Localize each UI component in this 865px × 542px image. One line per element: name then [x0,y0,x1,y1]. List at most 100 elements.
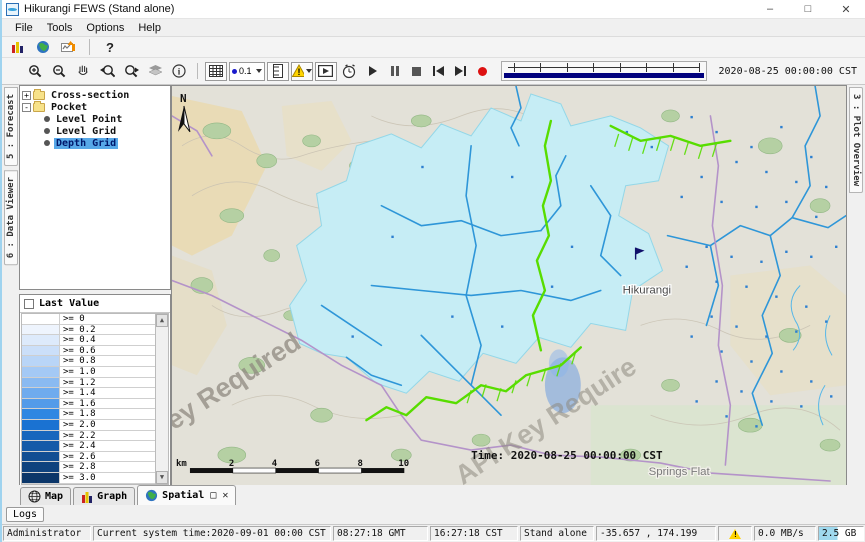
legend-label: >= 2.6 [60,452,155,462]
layers-button[interactable] [144,62,166,81]
tab-data-viewer[interactable]: 6 : Data Viewer [4,170,18,265]
svg-text:km: km [176,459,187,469]
play-button[interactable] [363,62,383,80]
database-explorer-button[interactable] [6,38,28,57]
logs-button[interactable]: Logs [6,507,44,522]
legend-row[interactable]: >= 0.2 [22,325,155,336]
svg-text:2: 2 [229,459,234,469]
legend-row[interactable]: >= 1.2 [22,378,155,389]
warnings-dropdown-button[interactable]: ! [291,62,313,81]
tab-graph[interactable]: Graph [73,487,135,505]
time-slider[interactable] [501,61,707,81]
map-canvas[interactable]: ey Required API Key Require Hikurangi Sp… [172,86,846,486]
chart-arrow-icon [61,40,77,54]
tab-spatial[interactable]: Spatial □ ✕ [137,485,236,505]
status-warning[interactable] [718,526,752,541]
legend-label: >= 1.2 [60,378,155,388]
info-button[interactable]: i [168,62,190,81]
node-dot-icon [44,140,50,146]
animation-button[interactable] [315,62,337,81]
legend-row[interactable]: >= 1.0 [22,367,155,378]
legend-row[interactable]: >= 3.0 [22,473,155,484]
tab-close-icon[interactable]: ✕ [222,490,228,501]
animation-settings-button[interactable] [339,62,361,81]
play-icon [369,66,377,76]
status-rate: 0.0 MB/s [754,526,816,541]
tab-forecast[interactable]: 5 : Forecast [4,87,18,166]
legend-row[interactable]: >= 2.0 [22,420,155,431]
tab-map[interactable]: Map [20,487,71,505]
legend-row[interactable]: >= 2.2 [22,431,155,442]
status-memory[interactable]: 2.5 GB [818,526,864,541]
help-button[interactable]: ? [99,38,121,57]
legend-row[interactable]: >= 0 [22,314,155,325]
legend-row[interactable]: >= 0.4 [22,335,155,346]
timeseries-button[interactable] [58,38,80,57]
tree-item-level-grid[interactable]: Level Grid [44,125,170,137]
contour-interval-dropdown[interactable]: 0.1 [229,62,265,81]
status-mode: Stand alone [520,526,594,541]
zoom-previous-button[interactable] [96,62,118,81]
minimize-button[interactable]: – [751,0,789,18]
legend-label: >= 2.2 [60,431,155,441]
legend-label: >= 0.4 [60,335,155,345]
last-value-checkbox[interactable] [24,299,34,309]
legend-swatch [22,399,60,409]
tab-maximize-icon[interactable]: □ [210,490,216,501]
grid-display-button[interactable] [205,62,227,81]
close-button[interactable]: ✕ [827,0,865,18]
legend-row[interactable]: >= 1.8 [22,409,155,420]
right-tab-strip: 3 : Plot Overview [847,85,865,487]
globe-icon [36,40,50,54]
pause-icon [391,66,399,76]
tree-item-pocket[interactable]: - Pocket [22,101,170,113]
menu-help[interactable]: Help [131,21,168,35]
collapse-icon[interactable]: - [22,103,31,112]
maximize-button[interactable]: □ [789,0,827,18]
legend-label: >= 2.4 [60,441,155,451]
menu-options[interactable]: Options [79,21,131,35]
menu-tools[interactable]: Tools [40,21,80,35]
menu-file[interactable]: File [8,21,40,35]
legend-row[interactable]: >= 1.4 [22,388,155,399]
legend-row[interactable]: >= 2.6 [22,452,155,463]
legend-scrollbar[interactable]: ▲ ▼ [155,314,168,484]
tab-plot-overview[interactable]: 3 : Plot Overview [849,87,863,193]
legend-row[interactable]: >= 2.8 [22,462,155,473]
stop-button[interactable] [407,62,427,80]
step-back-button[interactable] [429,62,449,80]
scroll-up-icon[interactable]: ▲ [156,314,168,327]
pause-button[interactable] [385,62,405,80]
title-bar: Hikurangi FEWS (Stand alone) – □ ✕ [2,0,865,19]
legend-swatch [22,452,60,462]
movie-icon [318,65,333,77]
map-display-button[interactable] [32,38,54,57]
step-forward-icon [455,66,466,76]
tree-item-level-point[interactable]: Level Point [44,113,170,125]
legend-row[interactable]: >= 1.6 [22,399,155,410]
map-time-label: Time: 2020-08-25 00:00:00 CST [471,449,663,462]
pan-button[interactable] [72,62,94,81]
legend-row[interactable]: >= 2.4 [22,441,155,452]
zoom-in-button[interactable] [24,62,46,81]
svg-text:i: i [178,67,181,77]
scroll-down-icon[interactable]: ▼ [156,471,168,484]
tree-item-cross-section[interactable]: + Cross-section [22,89,170,101]
scalebar-button[interactable] [267,62,289,81]
record-button[interactable] [473,62,493,80]
step-forward-button[interactable] [451,62,471,80]
map-view[interactable]: ey Required API Key Require Hikurangi Sp… [171,85,847,487]
stop-icon [412,67,421,76]
globe-icon [145,489,158,502]
legend-swatch [22,388,60,398]
legend-row[interactable]: >= 0.8 [22,356,155,367]
time-slider-bar[interactable] [504,73,704,78]
status-bar: Administrator Current system time:2020-0… [2,524,865,542]
legend-swatch [22,367,60,377]
expand-icon[interactable]: + [22,91,31,100]
zoom-next-button[interactable] [120,62,142,81]
zoom-out-button[interactable] [48,62,70,81]
legend-row[interactable]: >= 0.6 [22,346,155,357]
tree-item-depth-grid[interactable]: Depth Grid [44,137,170,149]
grid-icon [209,65,223,77]
